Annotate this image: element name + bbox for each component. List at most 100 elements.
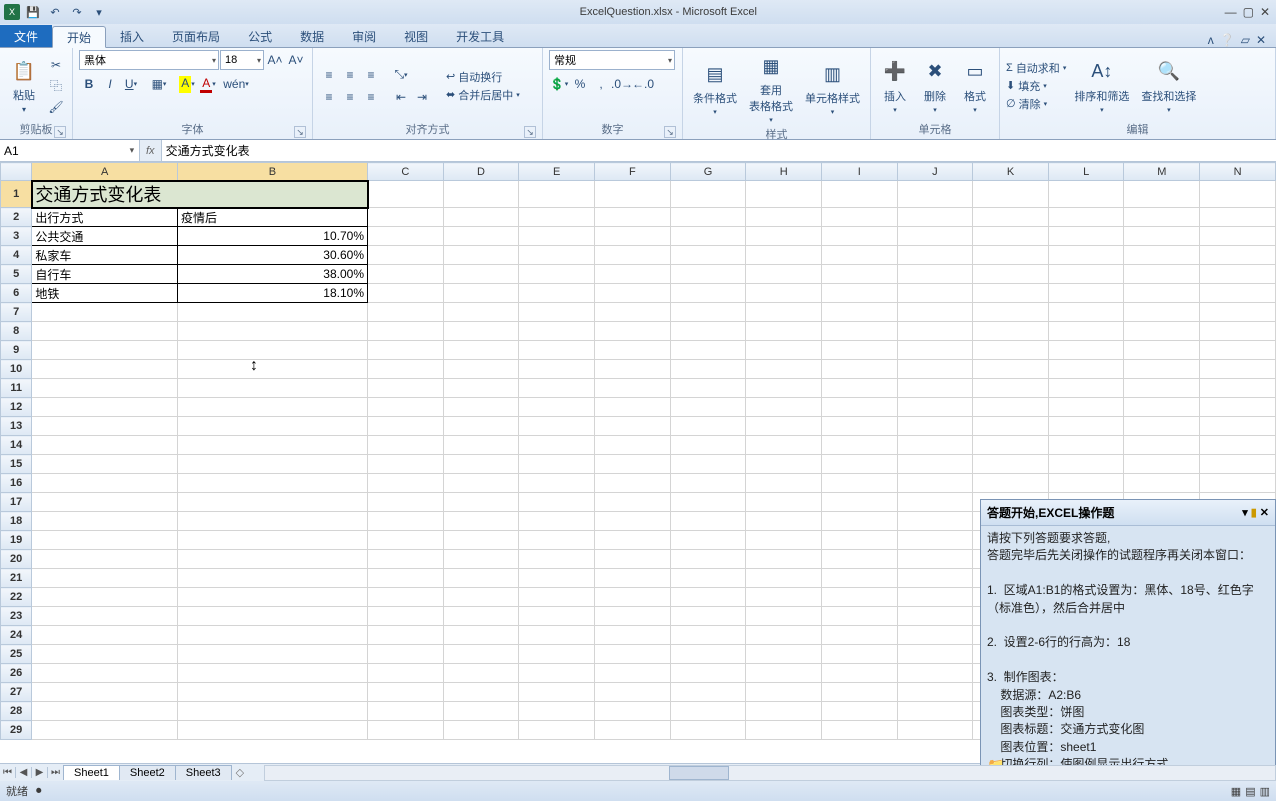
align-center-icon[interactable]: ≡ bbox=[340, 87, 360, 107]
cell-E17[interactable] bbox=[519, 493, 595, 512]
cell-A22[interactable] bbox=[32, 588, 178, 607]
row-header-21[interactable]: 21 bbox=[1, 569, 32, 588]
col-header-I[interactable]: I bbox=[822, 163, 898, 181]
task-panel-close-icon[interactable]: ✕ bbox=[1260, 506, 1269, 519]
cell-G17[interactable] bbox=[670, 493, 746, 512]
cell-I29[interactable] bbox=[822, 721, 898, 740]
cell-D25[interactable] bbox=[443, 645, 519, 664]
percent-icon[interactable]: % bbox=[570, 74, 590, 94]
tab-home[interactable]: 开始 bbox=[52, 26, 106, 48]
cell-M3[interactable] bbox=[1124, 227, 1200, 246]
row-header-10[interactable]: 10 bbox=[1, 360, 32, 379]
cell-A13[interactable] bbox=[32, 417, 178, 436]
cell-I24[interactable] bbox=[822, 626, 898, 645]
cell-F26[interactable] bbox=[595, 664, 671, 683]
save-icon[interactable]: 💾 bbox=[24, 3, 42, 21]
cell-B4[interactable]: 30.60% bbox=[177, 246, 367, 265]
col-header-D[interactable]: D bbox=[443, 163, 519, 181]
task-panel-menu-icon[interactable]: ▾ bbox=[1242, 506, 1248, 519]
clipboard-dialog-icon[interactable]: ↘ bbox=[54, 126, 66, 138]
cell-J11[interactable] bbox=[897, 379, 973, 398]
minimize-icon[interactable]: — bbox=[1225, 5, 1237, 19]
fill-button[interactable]: ⬇填充▾ bbox=[1006, 78, 1066, 94]
cell-G5[interactable] bbox=[670, 265, 746, 284]
cell-E3[interactable] bbox=[519, 227, 595, 246]
cell-I6[interactable] bbox=[822, 284, 898, 303]
cell-G18[interactable] bbox=[670, 512, 746, 531]
cell-A20[interactable] bbox=[32, 550, 178, 569]
cell-N10[interactable] bbox=[1200, 360, 1276, 379]
cell-J28[interactable] bbox=[897, 702, 973, 721]
sheet-tab-sheet3[interactable]: Sheet3 bbox=[175, 765, 232, 780]
cell-M13[interactable] bbox=[1124, 417, 1200, 436]
cell-D28[interactable] bbox=[443, 702, 519, 721]
cell-J18[interactable] bbox=[897, 512, 973, 531]
cell-K1[interactable] bbox=[973, 181, 1049, 208]
cell-H20[interactable] bbox=[746, 550, 822, 569]
wrap-text-button[interactable]: ↩自动换行 bbox=[446, 69, 520, 85]
cell-H14[interactable] bbox=[746, 436, 822, 455]
cell-A17[interactable] bbox=[32, 493, 178, 512]
col-header-H[interactable]: H bbox=[746, 163, 822, 181]
cell-A15[interactable] bbox=[32, 455, 178, 474]
cell-D20[interactable] bbox=[443, 550, 519, 569]
cell-D8[interactable] bbox=[443, 322, 519, 341]
cell-E10[interactable] bbox=[519, 360, 595, 379]
cell-D11[interactable] bbox=[443, 379, 519, 398]
row-header-4[interactable]: 4 bbox=[1, 246, 32, 265]
cell-H16[interactable] bbox=[746, 474, 822, 493]
col-header-L[interactable]: L bbox=[1048, 163, 1124, 181]
row-header-8[interactable]: 8 bbox=[1, 322, 32, 341]
cell-H18[interactable] bbox=[746, 512, 822, 531]
paste-button[interactable]: 📋 粘贴 ▾ bbox=[6, 55, 42, 116]
cell-I3[interactable] bbox=[822, 227, 898, 246]
cell-D26[interactable] bbox=[443, 664, 519, 683]
find-select-button[interactable]: 🔍查找和选择▾ bbox=[1137, 56, 1200, 116]
cell-H21[interactable] bbox=[746, 569, 822, 588]
cell-C9[interactable] bbox=[368, 341, 444, 360]
cell-F4[interactable] bbox=[595, 246, 671, 265]
cell-C4[interactable] bbox=[368, 246, 444, 265]
cell-I23[interactable] bbox=[822, 607, 898, 626]
row-header-19[interactable]: 19 bbox=[1, 531, 32, 550]
cell-J26[interactable] bbox=[897, 664, 973, 683]
cell-L15[interactable] bbox=[1048, 455, 1124, 474]
cell-D4[interactable] bbox=[443, 246, 519, 265]
cell-N11[interactable] bbox=[1200, 379, 1276, 398]
cell-E27[interactable] bbox=[519, 683, 595, 702]
cell-I25[interactable] bbox=[822, 645, 898, 664]
macro-record-icon[interactable]: ⏺ bbox=[36, 785, 42, 798]
cell-F11[interactable] bbox=[595, 379, 671, 398]
cell-K12[interactable] bbox=[973, 398, 1049, 417]
row-header-1[interactable]: 1 bbox=[1, 181, 32, 208]
cell-M5[interactable] bbox=[1124, 265, 1200, 284]
cell-F28[interactable] bbox=[595, 702, 671, 721]
cell-G23[interactable] bbox=[670, 607, 746, 626]
cell-F1[interactable] bbox=[595, 181, 671, 208]
cell-J27[interactable] bbox=[897, 683, 973, 702]
cell-K2[interactable] bbox=[973, 208, 1049, 227]
cell-H6[interactable] bbox=[746, 284, 822, 303]
cell-H4[interactable] bbox=[746, 246, 822, 265]
fill-color-icon[interactable]: A▾ bbox=[177, 74, 197, 94]
cell-N15[interactable] bbox=[1200, 455, 1276, 474]
row-header-20[interactable]: 20 bbox=[1, 550, 32, 569]
cell-B27[interactable] bbox=[177, 683, 367, 702]
phonetic-icon[interactable]: wén▾ bbox=[226, 74, 246, 94]
cell-G28[interactable] bbox=[670, 702, 746, 721]
cell-B23[interactable] bbox=[177, 607, 367, 626]
cell-E23[interactable] bbox=[519, 607, 595, 626]
name-box-dropdown-icon[interactable]: ▾ bbox=[125, 145, 139, 156]
format-cells-button[interactable]: ▭格式▾ bbox=[957, 56, 993, 116]
cell-F25[interactable] bbox=[595, 645, 671, 664]
cell-A7[interactable] bbox=[32, 303, 178, 322]
cell-J23[interactable] bbox=[897, 607, 973, 626]
cell-K6[interactable] bbox=[973, 284, 1049, 303]
cell-G1[interactable] bbox=[670, 181, 746, 208]
cell-E11[interactable] bbox=[519, 379, 595, 398]
cell-L12[interactable] bbox=[1048, 398, 1124, 417]
col-header-E[interactable]: E bbox=[519, 163, 595, 181]
cell-J24[interactable] bbox=[897, 626, 973, 645]
cell-E7[interactable] bbox=[519, 303, 595, 322]
row-header-15[interactable]: 15 bbox=[1, 455, 32, 474]
